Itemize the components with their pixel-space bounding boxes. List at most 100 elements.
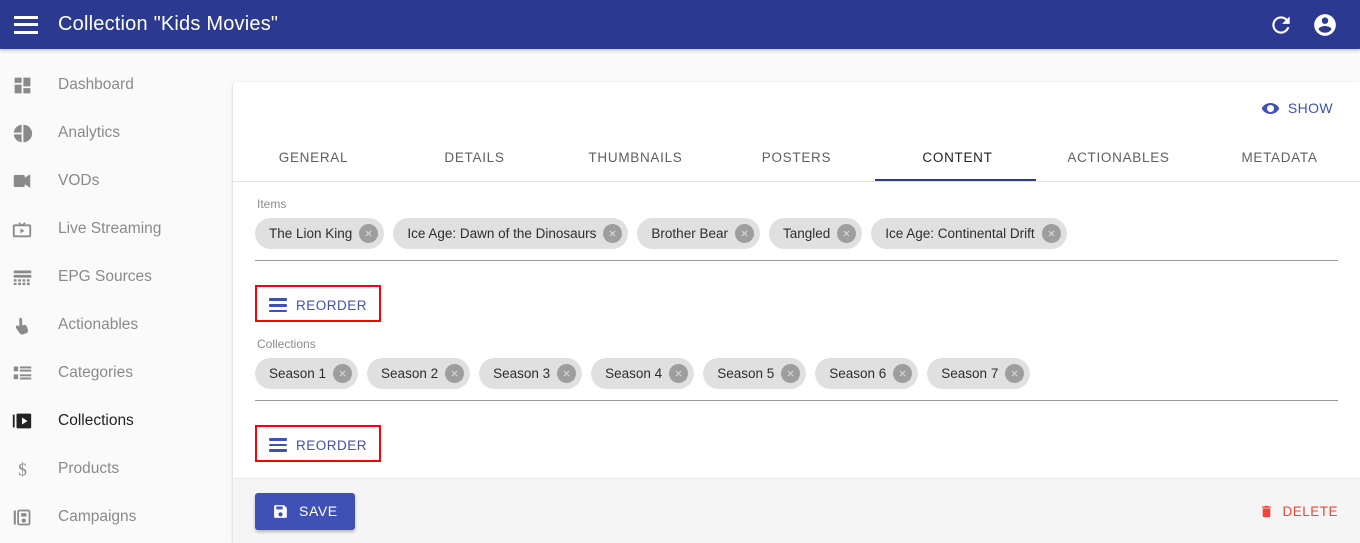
show-button[interactable]: SHOW [1261, 99, 1333, 118]
chip-remove-icon[interactable] [359, 224, 379, 243]
tab-label: METADATA [1241, 150, 1318, 165]
item-chip[interactable]: Tangled [768, 218, 863, 249]
items-label: Items [257, 197, 287, 211]
tab-metadata[interactable]: METADATA [1199, 134, 1360, 181]
hamburger-line [14, 15, 38, 19]
sidebar-item-products[interactable]: $ Products [0, 445, 225, 493]
collections-reorder-button[interactable]: REORDER [258, 432, 378, 459]
eye-icon [1261, 102, 1280, 114]
tab-actionables[interactable]: ACTIONABLES [1038, 134, 1199, 181]
tab-posters[interactable]: POSTERS [716, 134, 877, 181]
sidebar-item-label: EPG Sources [58, 268, 152, 285]
tab-details[interactable]: DETAILS [394, 134, 555, 181]
sidebar-item-label: Campaigns [58, 508, 137, 525]
collection-chip[interactable]: Season 4 [591, 357, 695, 389]
list-icon [8, 359, 36, 387]
card-body: Items The Lion King Ice Age: Dawn of the … [233, 197, 1360, 462]
pie-chart-icon [8, 119, 36, 147]
collections-reorder-label: REORDER [296, 437, 368, 453]
hamburger-menu-icon[interactable] [14, 15, 38, 34]
sidebar-item-label: Dashboard [58, 76, 134, 93]
hamburger-line [14, 23, 38, 26]
sidebar-item-dashboard[interactable]: Dashboard [0, 61, 225, 109]
save-button[interactable]: SAVE [255, 492, 355, 530]
account-circle-icon[interactable] [1312, 12, 1338, 38]
sidebar-item-actionables[interactable]: Actionables [0, 301, 225, 349]
chip-remove-icon[interactable] [837, 224, 857, 243]
campaign-icon [8, 503, 36, 531]
sidebar-item-vods[interactable]: VODs [0, 157, 225, 205]
chip-remove-icon[interactable] [781, 363, 801, 383]
refresh-icon[interactable] [1268, 12, 1294, 38]
item-chip-label: Ice Age: Dawn of the Dinosaurs [407, 226, 597, 241]
item-chip[interactable]: The Lion King [255, 218, 385, 249]
tab-general[interactable]: GENERAL [233, 134, 394, 181]
tab-thumbnails[interactable]: THUMBNAILS [555, 134, 716, 181]
sidebar-item-epg-sources[interactable]: EPG Sources [0, 253, 225, 301]
collection-chip[interactable]: Season 5 [703, 357, 807, 389]
item-chip[interactable]: Ice Age: Dawn of the Dinosaurs [393, 218, 629, 249]
collection-chip[interactable]: Season 3 [479, 357, 583, 389]
collections-chip-row: Season 1 Season 2 Season 3 Season 4 Season 5… [255, 357, 1338, 400]
sidebar-item-categories[interactable]: Categories [0, 349, 225, 397]
collections-divider [255, 399, 1338, 401]
active-tab-indicator [875, 178, 1037, 181]
sidebar-item-campaigns[interactable]: Campaigns [0, 493, 225, 541]
collection-chip-label: Season 7 [941, 365, 999, 381]
chip-remove-icon[interactable] [1041, 224, 1061, 243]
items-reorder-label: REORDER [296, 297, 368, 313]
show-row: SHOW [233, 82, 1360, 134]
reorder-lines-icon [269, 298, 287, 313]
sidebar-item-collections[interactable]: Collections [0, 397, 225, 445]
sidebar-item-label: Categories [58, 364, 133, 381]
collections-label: Collections [257, 336, 316, 351]
chip-remove-icon[interactable] [669, 363, 689, 383]
item-chip[interactable]: Ice Age: Continental Drift [871, 218, 1067, 249]
items-divider [255, 260, 1338, 261]
tab-label: THUMBNAILS [588, 150, 683, 165]
chip-remove-icon[interactable] [603, 224, 623, 243]
collection-chip-label: Season 5 [717, 365, 775, 381]
collection-chip-label: Season 2 [381, 365, 439, 381]
items-reorder-button[interactable]: REORDER [258, 292, 378, 319]
svg-text:$: $ [18, 459, 27, 479]
collection-chip[interactable]: Season 2 [367, 357, 471, 389]
collection-chip-label: Season 1 [269, 365, 327, 381]
items-reorder-wrap: REORDER [255, 285, 382, 322]
app-bar: Collection "Kids Movies" [0, 0, 1360, 49]
delete-button[interactable]: DELETE [1259, 504, 1338, 519]
reorder-lines-icon [269, 438, 287, 452]
item-chip[interactable]: Brother Bear [637, 218, 760, 249]
dashboard-icon [8, 71, 36, 99]
sidebar-item-label: Collections [58, 412, 134, 429]
chip-remove-icon[interactable] [445, 363, 465, 383]
chip-remove-icon[interactable] [893, 363, 913, 383]
chip-remove-icon[interactable] [1005, 363, 1025, 383]
trash-can-icon [1262, 505, 1272, 517]
chip-remove-icon[interactable] [734, 224, 754, 243]
sidebar-item-label: Actionables [58, 316, 139, 333]
collection-chip[interactable]: Season 1 [255, 357, 359, 389]
sidebar-item-analytics[interactable]: Analytics [0, 109, 225, 157]
dollar-sign-icon: $ [8, 455, 36, 483]
chip-remove-icon[interactable] [333, 363, 353, 383]
item-chip-label: Ice Age: Continental Drift [885, 226, 1035, 241]
sidebar-item-live-streaming[interactable]: Live Streaming [0, 205, 225, 253]
video-camera-icon [8, 167, 36, 195]
tab-content[interactable]: CONTENT [877, 134, 1038, 181]
tv-icon [8, 215, 36, 243]
video-library-icon [8, 407, 36, 435]
tab-label: ACTIONABLES [1067, 150, 1170, 165]
sidebar-item-label: Products [58, 460, 120, 477]
items-reorder-highlight: REORDER [255, 285, 382, 322]
collection-chip-label: Season 4 [605, 365, 663, 381]
tab-bar: GENERAL DETAILS THUMBNAILS POSTERS CONTE… [233, 134, 1360, 182]
item-chip-label: The Lion King [269, 226, 353, 241]
collection-chip[interactable]: Season 6 [815, 357, 919, 389]
collection-chip[interactable]: Season 7 [927, 357, 1031, 389]
item-chip-label: Tangled [782, 226, 831, 241]
card-footer: SAVE DELETE [233, 478, 1360, 543]
chip-remove-icon[interactable] [557, 363, 577, 383]
show-label: SHOW [1287, 100, 1333, 116]
collection-chip-label: Season 3 [493, 365, 551, 381]
